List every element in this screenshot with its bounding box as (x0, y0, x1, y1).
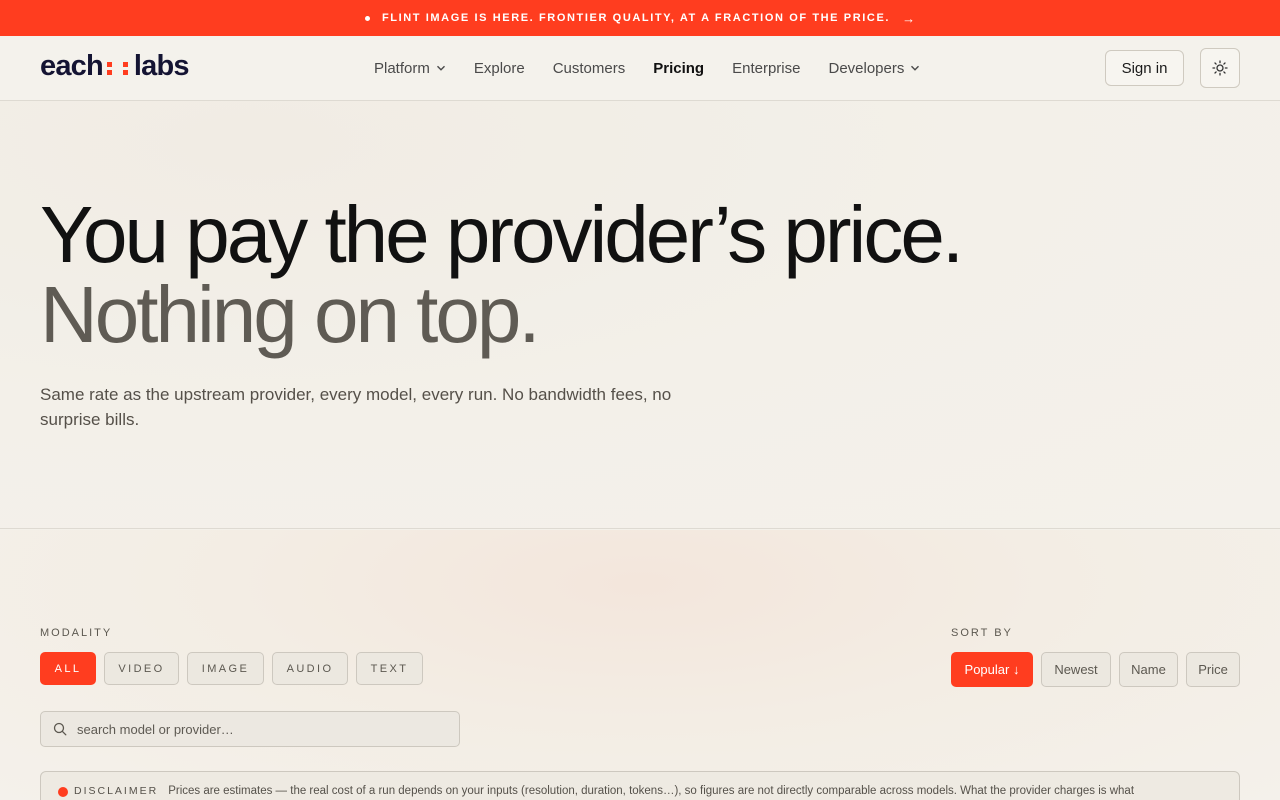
disclaimer-tag: DISCLAIMER (74, 785, 159, 797)
sun-icon (1212, 60, 1228, 76)
nav-item-developers[interactable]: Developers (828, 60, 920, 77)
chevron-down-icon (911, 65, 920, 71)
nav-item-explore[interactable]: Explore (474, 60, 525, 77)
modality-chip-video[interactable]: VIDEO (104, 652, 179, 685)
nav-item-label: Enterprise (732, 59, 801, 77)
nav-item-customers[interactable]: Customers (553, 60, 626, 77)
search-icon (53, 722, 67, 736)
sort-price-button[interactable]: Price (1186, 652, 1240, 687)
warning-dot-icon (58, 787, 68, 797)
search-input[interactable] (77, 721, 437, 737)
logo-text-labs: labs (133, 50, 190, 82)
nav-item-label: Platform (374, 59, 430, 77)
logo[interactable]: each labs (40, 50, 190, 83)
search-box[interactable] (40, 711, 460, 747)
nav-item-label: Pricing (653, 59, 705, 77)
disclaimer-text: Prices are estimates — the real cost of … (168, 785, 1135, 797)
bullet-dot (364, 15, 370, 21)
modality-chip-audio[interactable]: AUDIO (272, 652, 348, 685)
hero-headline-muted: Nothing on top. (40, 270, 541, 359)
hero-section: You pay the provider’s price. Nothing on… (0, 101, 1280, 529)
main-menu: Platform Explore Customers Pricing Enter… (374, 36, 920, 100)
disclaimer-box: DISCLAIMER Prices are estimates — the re… (40, 771, 1240, 800)
chevron-down-icon (436, 65, 445, 71)
sort-newest-button[interactable]: Newest (1041, 652, 1111, 687)
sort-label: SORT BY (951, 627, 1013, 639)
hero-headline: You pay the provider’s price. (40, 190, 964, 279)
nav-item-label: Explore (473, 59, 525, 77)
arrow-right-icon[interactable]: → (902, 11, 915, 26)
filters-section: MODALITY ALL VIDEO IMAGE AUDIO TEXT SORT… (0, 530, 1280, 800)
modality-label: MODALITY (40, 627, 113, 639)
announcement-bar[interactable]: FLINT IMAGE IS HERE. FRONTIER QUALITY, A… (0, 0, 1280, 36)
sort-name-button[interactable]: Name (1119, 652, 1178, 687)
modality-chip-all[interactable]: ALL (40, 652, 96, 685)
nav-item-enterprise[interactable]: Enterprise (732, 60, 800, 77)
top-nav: each labs Platform Explore Customers Pri… (0, 36, 1280, 101)
nav-item-label: Developers (828, 59, 905, 77)
theme-toggle-button[interactable] (1200, 48, 1240, 88)
announcement-text[interactable]: FLINT IMAGE IS HERE. FRONTIER QUALITY, A… (382, 12, 890, 24)
nav-item-platform[interactable]: Platform (374, 60, 446, 77)
modality-chip-text[interactable]: TEXT (356, 652, 423, 685)
nav-item-pricing[interactable]: Pricing (653, 60, 704, 77)
modality-chip-image[interactable]: IMAGE (187, 652, 264, 685)
nav-item-label: Customers (552, 59, 626, 77)
logo-text-each: each (40, 50, 104, 82)
sign-in-button[interactable]: Sign in (1105, 50, 1184, 86)
hero-subtitle: Same rate as the upstream provider, ever… (40, 385, 672, 429)
sort-popular-button[interactable]: Popular ↓ (951, 652, 1033, 687)
logo-dots-icon (106, 62, 128, 75)
